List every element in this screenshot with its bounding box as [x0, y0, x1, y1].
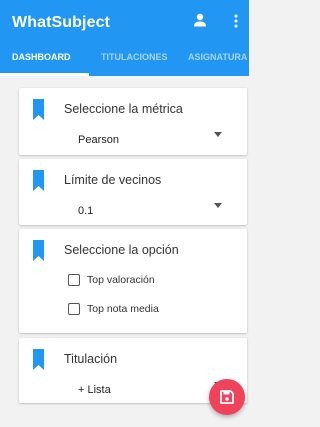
tab-bar: DASHBOARD TITULACIONES ASIGNATURA — [0, 48, 249, 76]
person-icon[interactable] — [193, 13, 207, 27]
checkbox-box[interactable] — [68, 274, 80, 286]
bookmark-icon — [33, 349, 44, 370]
degree-select-value: + Lista — [78, 384, 111, 396]
option-title: Seleccione la opción — [64, 243, 179, 257]
option-card: Seleccione la opción Top valoración Top … — [19, 229, 247, 333]
app-bar: WhatSubject DASHBOARD TITULACIONES ASIGN… — [0, 0, 249, 76]
dropdown-arrow-icon — [214, 203, 222, 208]
tab-asignatura[interactable]: ASIGNATURA — [188, 48, 247, 76]
bookmark-icon — [33, 99, 44, 120]
degree-title: Titulación — [64, 352, 118, 366]
dropdown-arrow-icon — [214, 132, 222, 137]
tab-titulaciones[interactable]: TITULACIONES — [101, 48, 168, 76]
metric-title: Seleccione la métrica — [64, 102, 183, 116]
bookmark-icon — [33, 170, 44, 191]
save-fab-button[interactable] — [209, 379, 245, 415]
checkbox-label: Top valoración — [87, 274, 155, 286]
neighbors-title: Límite de vecinos — [64, 173, 162, 187]
app-title: WhatSubject — [12, 14, 110, 31]
checkbox-box[interactable] — [68, 303, 80, 315]
active-tab-indicator — [0, 73, 89, 76]
more-vert-icon[interactable] — [233, 13, 239, 29]
bookmark-icon — [33, 240, 44, 261]
neighbors-card: Límite de vecinos 0.1 — [19, 159, 247, 225]
tab-dashboard[interactable]: DASHBOARD — [12, 48, 71, 76]
checkbox-label: Top nota media — [87, 303, 159, 315]
metric-select-value: Pearson — [78, 134, 119, 146]
neighbors-select-value: 0.1 — [78, 205, 94, 217]
save-icon — [220, 390, 234, 404]
metric-card: Seleccione la métrica Pearson — [19, 88, 247, 155]
